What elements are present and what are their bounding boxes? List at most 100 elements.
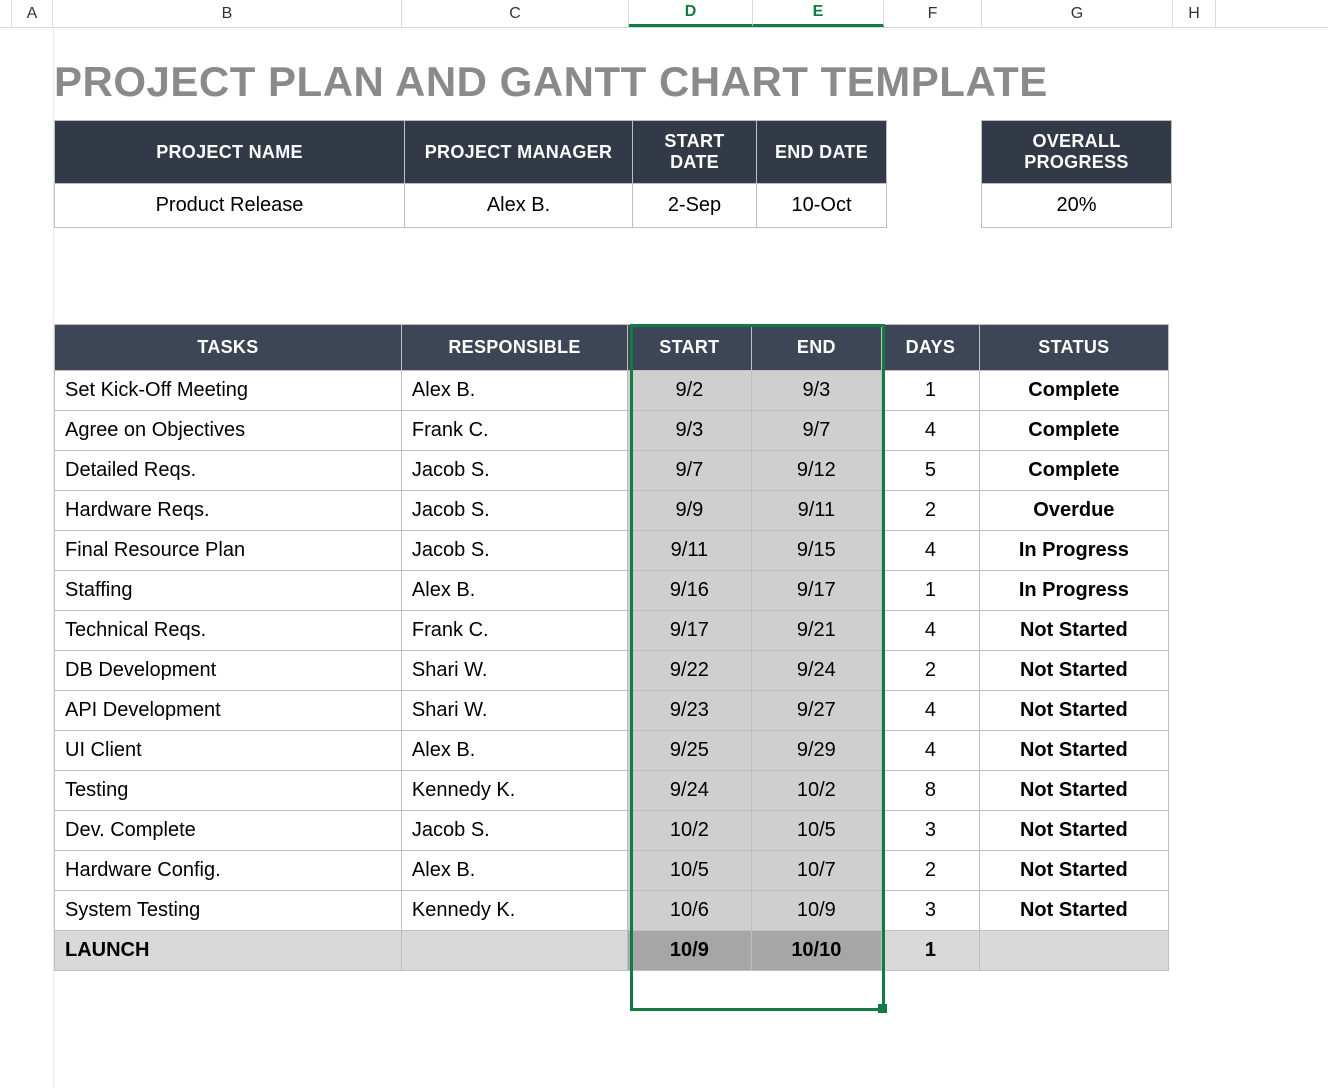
end-cell[interactable]: 10/5 <box>751 811 881 851</box>
responsible-cell[interactable]: Frank C. <box>401 411 627 451</box>
task-cell[interactable]: Final Resource Plan <box>55 531 402 571</box>
task-cell[interactable]: API Development <box>55 691 402 731</box>
info-value-end[interactable]: 10-Oct <box>757 184 887 228</box>
start-cell[interactable]: 10/5 <box>628 851 752 891</box>
task-cell[interactable]: Detailed Reqs. <box>55 451 402 491</box>
column-header-C[interactable]: C <box>402 0 629 27</box>
days-cell[interactable]: 1 <box>882 371 980 411</box>
days-cell[interactable]: 2 <box>882 491 980 531</box>
start-cell[interactable]: 9/23 <box>628 691 752 731</box>
days-cell[interactable]: 1 <box>882 571 980 611</box>
days-cell[interactable]: 2 <box>882 651 980 691</box>
responsible-cell[interactable]: Jacob S. <box>401 451 627 491</box>
task-cell[interactable]: Hardware Config. <box>55 851 402 891</box>
start-cell[interactable]: 9/22 <box>628 651 752 691</box>
info-value-name[interactable]: Product Release <box>55 184 405 228</box>
start-cell[interactable]: 9/9 <box>628 491 752 531</box>
responsible-cell[interactable]: Alex B. <box>401 371 627 411</box>
end-cell[interactable]: 9/15 <box>751 531 881 571</box>
responsible-cell[interactable]: Kennedy K. <box>401 771 627 811</box>
status-cell[interactable]: Not Started <box>979 691 1168 731</box>
end-cell[interactable]: 10/10 <box>751 931 881 971</box>
responsible-cell[interactable]: Shari W. <box>401 691 627 731</box>
days-cell[interactable]: 5 <box>882 451 980 491</box>
task-cell[interactable]: Technical Reqs. <box>55 611 402 651</box>
column-header-D[interactable]: D <box>629 0 753 27</box>
responsible-cell[interactable]: Jacob S. <box>401 531 627 571</box>
end-cell[interactable]: 9/11 <box>751 491 881 531</box>
task-cell[interactable]: Staffing <box>55 571 402 611</box>
end-cell[interactable]: 9/7 <box>751 411 881 451</box>
end-cell[interactable]: 9/24 <box>751 651 881 691</box>
status-cell[interactable]: Complete <box>979 451 1168 491</box>
task-cell[interactable]: Agree on Objectives <box>55 411 402 451</box>
task-cell[interactable]: Testing <box>55 771 402 811</box>
status-cell[interactable]: Complete <box>979 371 1168 411</box>
status-cell[interactable]: Not Started <box>979 851 1168 891</box>
status-cell[interactable]: Not Started <box>979 811 1168 851</box>
responsible-cell[interactable]: Alex B. <box>401 731 627 771</box>
column-header-E[interactable]: E <box>753 0 884 27</box>
days-cell[interactable]: 4 <box>882 691 980 731</box>
status-cell[interactable]: In Progress <box>979 531 1168 571</box>
days-cell[interactable]: 4 <box>882 411 980 451</box>
responsible-cell[interactable]: Frank C. <box>401 611 627 651</box>
task-cell[interactable]: Hardware Reqs. <box>55 491 402 531</box>
status-cell[interactable]: Not Started <box>979 731 1168 771</box>
days-cell[interactable]: 8 <box>882 771 980 811</box>
task-cell[interactable]: DB Development <box>55 651 402 691</box>
days-cell[interactable]: 4 <box>882 731 980 771</box>
days-cell[interactable]: 3 <box>882 891 980 931</box>
status-cell[interactable]: Overdue <box>979 491 1168 531</box>
end-cell[interactable]: 9/12 <box>751 451 881 491</box>
responsible-cell[interactable]: Kennedy K. <box>401 891 627 931</box>
status-cell[interactable]: Not Started <box>979 771 1168 811</box>
start-cell[interactable]: 9/16 <box>628 571 752 611</box>
responsible-cell[interactable]: Alex B. <box>401 851 627 891</box>
selection-fill-handle[interactable] <box>878 1004 887 1013</box>
end-cell[interactable]: 10/7 <box>751 851 881 891</box>
start-cell[interactable]: 9/11 <box>628 531 752 571</box>
info-value-manager[interactable]: Alex B. <box>405 184 633 228</box>
days-cell[interactable]: 1 <box>882 931 980 971</box>
task-cell[interactable]: LAUNCH <box>55 931 402 971</box>
status-cell[interactable]: Not Started <box>979 611 1168 651</box>
start-cell[interactable]: 9/25 <box>628 731 752 771</box>
start-cell[interactable]: 9/24 <box>628 771 752 811</box>
status-cell[interactable]: Not Started <box>979 891 1168 931</box>
column-header-G[interactable]: G <box>982 0 1173 27</box>
days-cell[interactable]: 4 <box>882 531 980 571</box>
start-cell[interactable]: 9/3 <box>628 411 752 451</box>
days-cell[interactable]: 2 <box>882 851 980 891</box>
status-cell[interactable]: Not Started <box>979 651 1168 691</box>
start-cell[interactable]: 9/2 <box>628 371 752 411</box>
info-value-start[interactable]: 2-Sep <box>633 184 757 228</box>
responsible-cell[interactable]: Jacob S. <box>401 491 627 531</box>
status-cell[interactable]: Complete <box>979 411 1168 451</box>
responsible-cell[interactable]: Shari W. <box>401 651 627 691</box>
end-cell[interactable]: 10/9 <box>751 891 881 931</box>
task-cell[interactable]: Set Kick-Off Meeting <box>55 371 402 411</box>
start-cell[interactable]: 9/7 <box>628 451 752 491</box>
end-cell[interactable]: 9/17 <box>751 571 881 611</box>
status-cell[interactable] <box>979 931 1168 971</box>
start-cell[interactable]: 9/17 <box>628 611 752 651</box>
responsible-cell[interactable]: Alex B. <box>401 571 627 611</box>
status-cell[interactable]: In Progress <box>979 571 1168 611</box>
task-cell[interactable]: System Testing <box>55 891 402 931</box>
responsible-cell[interactable] <box>401 931 627 971</box>
progress-value[interactable]: 20% <box>982 184 1172 228</box>
task-cell[interactable]: UI Client <box>55 731 402 771</box>
end-cell[interactable]: 9/21 <box>751 611 881 651</box>
end-cell[interactable]: 10/2 <box>751 771 881 811</box>
column-header-F[interactable]: F <box>884 0 982 27</box>
column-header-B[interactable]: B <box>53 0 402 27</box>
responsible-cell[interactable]: Jacob S. <box>401 811 627 851</box>
end-cell[interactable]: 9/3 <box>751 371 881 411</box>
days-cell[interactable]: 4 <box>882 611 980 651</box>
task-cell[interactable]: Dev. Complete <box>55 811 402 851</box>
start-cell[interactable]: 10/6 <box>628 891 752 931</box>
end-cell[interactable]: 9/27 <box>751 691 881 731</box>
end-cell[interactable]: 9/29 <box>751 731 881 771</box>
start-cell[interactable]: 10/2 <box>628 811 752 851</box>
